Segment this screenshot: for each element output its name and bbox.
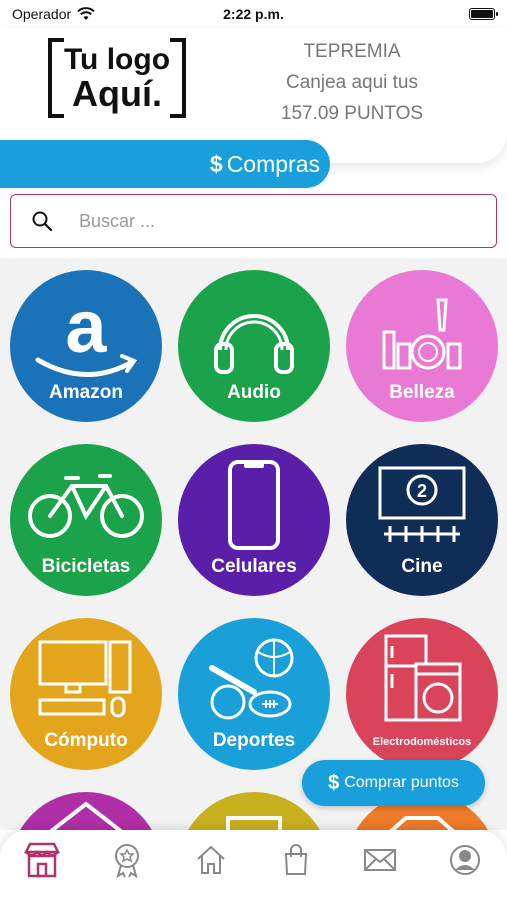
amazon-icon: a	[35, 285, 138, 377]
battery-icon	[469, 8, 498, 20]
search-bar[interactable]	[10, 194, 497, 248]
nav-store[interactable]	[22, 840, 62, 880]
points-subtitle: Canjea aqui tus	[285, 72, 419, 93]
svg-text:a: a	[65, 285, 107, 368]
search-input[interactable]	[79, 210, 459, 232]
category-celulares[interactable]: Celulares	[178, 444, 330, 596]
sports-icon	[209, 638, 294, 720]
buy-points-label: Comprar puntos	[344, 774, 459, 791]
category-amazon[interactable]: a Amazon	[10, 270, 162, 422]
category-computo[interactable]: Cómputo	[10, 618, 162, 770]
phone-icon	[228, 460, 280, 550]
category-electrodomesticos[interactable]: Electrodomésticos	[346, 618, 498, 770]
tab-compras[interactable]: $ Compras	[0, 140, 330, 188]
category-partial[interactable]	[10, 792, 162, 830]
nav-orders[interactable]	[276, 840, 316, 880]
category-audio[interactable]: Audio	[178, 270, 330, 422]
medal-icon	[114, 844, 139, 878]
dollar-symbol: $	[328, 771, 340, 794]
points-balance: 157.09 PUNTOS	[280, 103, 424, 124]
categories-grid: a Amazon Audio Belleza Bicicletas Celula…	[0, 258, 507, 830]
mail-icon	[364, 849, 397, 871]
category-cine[interactable]: 2 Cine	[346, 444, 498, 596]
appliances-icon	[384, 634, 462, 722]
shopping-bag-icon	[284, 844, 307, 875]
bicycle-icon	[28, 474, 144, 538]
makeup-icon	[382, 298, 462, 370]
home-icon	[197, 845, 225, 874]
status-bar: Operador 2:22 p.m.	[0, 0, 507, 28]
profile-icon	[449, 845, 480, 875]
computer-icon	[38, 640, 132, 718]
points-info: TEPREMIA Canjea aqui tus 157.09 PUNTOS	[262, 36, 442, 129]
status-time: 2:22 p.m.	[223, 6, 284, 22]
nav-rewards[interactable]	[107, 840, 147, 880]
svg-text:2: 2	[417, 481, 427, 501]
logo-line-2: Aquí.	[72, 73, 162, 114]
category-belleza[interactable]: Belleza	[346, 270, 498, 422]
category-deportes[interactable]: Deportes	[178, 618, 330, 770]
bottom-nav	[0, 830, 507, 900]
nav-messages[interactable]	[360, 840, 400, 880]
logo-line-1: Tu logo	[63, 43, 171, 76]
house-icon	[49, 801, 123, 830]
brand-logo: Tu logo Aquí.	[48, 38, 186, 118]
cinema-icon: 2	[378, 466, 466, 542]
nav-profile[interactable]	[445, 840, 485, 880]
nav-home[interactable]	[191, 840, 231, 880]
program-name: TEPREMIA	[303, 41, 401, 62]
dollar-symbol: $	[209, 150, 223, 177]
category-bicicletas[interactable]: Bicicletas	[10, 444, 162, 596]
headphones-icon	[214, 314, 294, 374]
buy-points-button[interactable]: $ Comprar puntos	[302, 760, 485, 806]
search-icon	[32, 211, 53, 232]
tab-compras-label: Compras	[226, 150, 320, 177]
store-icon	[24, 842, 61, 878]
